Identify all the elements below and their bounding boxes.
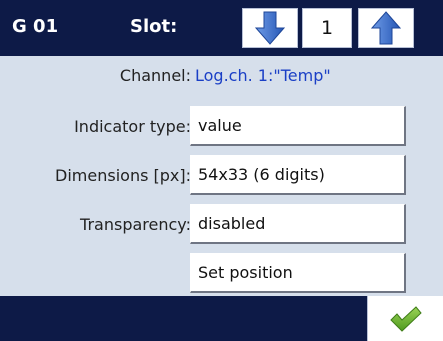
slot-up-button[interactable] [358, 8, 414, 48]
set-position-button[interactable]: Set position [190, 253, 406, 293]
arrow-up-icon [371, 11, 401, 45]
confirm-button[interactable] [367, 296, 443, 341]
slot-label: Slot: [130, 16, 178, 37]
dimensions-label: Dimensions [px]: [55, 166, 191, 185]
settings-screen: G 01 Slot: 1 Channel: Log.ch. 1:"Temp" I… [0, 0, 443, 341]
group-title: G 01 [12, 16, 59, 37]
header-bar: G 01 Slot: 1 [0, 0, 443, 56]
channel-label: Channel: [119, 66, 191, 85]
indicator-type-field[interactable]: value [190, 106, 406, 146]
slot-number-display: 1 [302, 8, 352, 48]
indicator-type-label: Indicator type: [74, 117, 191, 136]
transparency-label: Transparency: [80, 215, 191, 234]
slot-down-button[interactable] [242, 8, 298, 48]
dimensions-field[interactable]: 54x33 (6 digits) [190, 155, 406, 195]
channel-value: Log.ch. 1:"Temp" [195, 66, 331, 85]
arrow-down-icon [255, 11, 285, 45]
checkmark-icon [389, 305, 422, 332]
transparency-field[interactable]: disabled [190, 204, 406, 244]
